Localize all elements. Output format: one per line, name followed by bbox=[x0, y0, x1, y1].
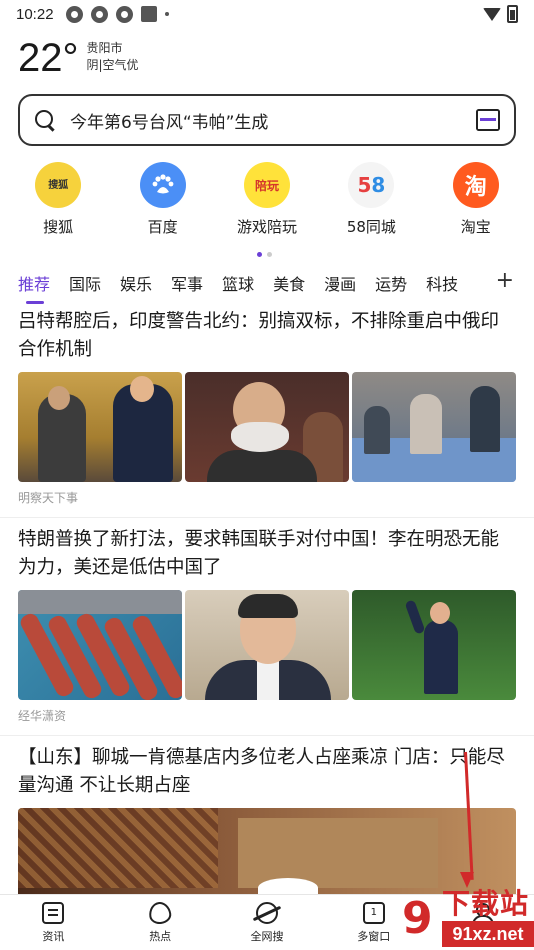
article-title[interactable]: 吕特帮腔后，印度警告北约：别搞双标，不排除重启中俄印合作机制 bbox=[0, 308, 534, 364]
nav-label: 热点 bbox=[149, 929, 172, 943]
page-dot bbox=[267, 252, 272, 257]
wifi-icon bbox=[483, 7, 501, 21]
city-name: 贵阳市 bbox=[86, 41, 123, 55]
status-time: 10:22 bbox=[16, 5, 54, 23]
pinwheel-icon bbox=[90, 5, 108, 23]
watermark-url: 91xz.net bbox=[442, 921, 534, 947]
tab-international[interactable]: 国际 bbox=[69, 271, 101, 301]
app-notification-icon bbox=[140, 6, 157, 22]
system-icons bbox=[483, 5, 518, 23]
nav-label: 多窗口 bbox=[357, 929, 391, 943]
shortcut-label: 百度 bbox=[147, 218, 178, 236]
58-logo-icon: 58 bbox=[348, 162, 395, 208]
nav-news[interactable]: 资讯 bbox=[13, 901, 93, 944]
more-notifications-icon bbox=[164, 12, 169, 16]
nav-hot[interactable]: 热点 bbox=[120, 900, 200, 944]
article-title[interactable]: 【山东】聊城一肯德基店内多位老人占座乘凉 门店：只能尽量沟通 不让长期占座 bbox=[0, 744, 534, 800]
planet-icon bbox=[255, 901, 278, 924]
article-thumbnail[interactable] bbox=[352, 590, 516, 700]
window-icon: 1 bbox=[362, 901, 385, 924]
add-channel-button[interactable]: + bbox=[496, 268, 514, 293]
search-bar[interactable]: 今年第6号台风“韦帕”生成 bbox=[18, 94, 516, 146]
search-input[interactable]: 今年第6号台风“韦帕”生成 bbox=[70, 108, 476, 133]
article-thumbnail[interactable] bbox=[352, 372, 516, 482]
scan-icon[interactable] bbox=[476, 109, 500, 131]
document-icon bbox=[42, 901, 65, 924]
shortcut-label: 游戏陪玩 bbox=[236, 218, 297, 236]
tab-horoscope[interactable]: 运势 bbox=[375, 271, 407, 301]
shortcut-sohu[interactable]: 搜狐 搜狐 bbox=[12, 162, 104, 237]
article-thumbnail[interactable] bbox=[185, 590, 349, 700]
article-thumbnail[interactable] bbox=[185, 372, 349, 482]
baidu-paw-icon bbox=[139, 162, 186, 208]
nav-label: 资讯 bbox=[42, 929, 65, 943]
tab-entertainment[interactable]: 娱乐 bbox=[120, 271, 152, 301]
shortcut-label: 搜狐 bbox=[43, 218, 74, 236]
news-article[interactable]: 吕特帮腔后，印度警告北约：别搞双标，不排除重启中俄印合作机制 明察天下事 bbox=[0, 308, 534, 506]
notification-icons bbox=[65, 5, 169, 23]
shortcut-label: 淘宝 bbox=[460, 218, 491, 236]
shortcut-58[interactable]: 58 58同城 bbox=[325, 162, 417, 237]
page-indicator bbox=[257, 252, 272, 257]
article-title[interactable]: 特朗普换了新打法，要求韩国联手对付中国！李在明恐无能为力，美还是低估中国了 bbox=[0, 526, 534, 582]
shortcut-game-companion[interactable]: 陪玩 游戏陪玩 bbox=[221, 162, 313, 237]
sohu-icon: 搜狐 bbox=[35, 162, 82, 208]
tab-military[interactable]: 军事 bbox=[171, 271, 203, 301]
taobao-icon: 淘 bbox=[452, 162, 499, 208]
tab-tech[interactable]: 科技 bbox=[426, 271, 458, 301]
fire-icon bbox=[147, 900, 173, 925]
weather-widget[interactable]: 22° 贵阳市 阴|空气优 bbox=[18, 36, 139, 80]
divider bbox=[0, 735, 534, 736]
annotation-arrow-head bbox=[460, 872, 474, 888]
article-thumbnail[interactable] bbox=[18, 590, 182, 700]
weather-info: 贵阳市 阴|空气优 bbox=[87, 40, 139, 74]
channel-tabs: 推荐 国际 娱乐 军事 篮球 美食 漫画 运势 科技 + bbox=[0, 268, 534, 304]
tab-comics[interactable]: 漫画 bbox=[324, 271, 356, 301]
shortcut-baidu[interactable]: 百度 bbox=[117, 162, 209, 237]
temperature: 22° bbox=[18, 36, 79, 80]
game-companion-icon: 陪玩 bbox=[243, 162, 290, 208]
tab-basketball[interactable]: 篮球 bbox=[222, 271, 254, 301]
nav-label: 全网搜 bbox=[250, 929, 284, 943]
pinwheel-icon bbox=[65, 5, 83, 23]
nav-web-search[interactable]: 全网搜 bbox=[227, 901, 307, 944]
shortcut-grid: 搜狐 搜狐 百度 陪玩 游戏陪玩 58 58同城 淘 淘宝 bbox=[0, 162, 534, 237]
article-images bbox=[0, 372, 534, 482]
watermark-logo: 9 bbox=[402, 893, 433, 944]
search-icon bbox=[34, 109, 56, 131]
article-images bbox=[0, 590, 534, 700]
shortcut-label: 58同城 bbox=[346, 218, 396, 236]
divider bbox=[0, 517, 534, 518]
page-dot-active bbox=[257, 252, 262, 257]
watermark-title: 下载站 bbox=[442, 887, 530, 920]
article-source: 明察天下事 bbox=[18, 491, 79, 505]
news-article[interactable]: 特朗普换了新打法，要求韩国联手对付中国！李在明恐无能为力，美还是低估中国了 经华… bbox=[0, 526, 534, 724]
weather-detail: 阴|空气优 bbox=[86, 58, 139, 72]
shortcut-taobao[interactable]: 淘 淘宝 bbox=[430, 162, 522, 237]
pinwheel-icon bbox=[115, 5, 133, 23]
watermark: 9 下载站 91xz.net bbox=[402, 888, 534, 950]
tab-recommend[interactable]: 推荐 bbox=[18, 271, 50, 304]
article-thumbnail[interactable] bbox=[18, 372, 182, 482]
battery-icon bbox=[507, 5, 518, 23]
status-bar: 10:22 bbox=[0, 0, 534, 28]
tab-food[interactable]: 美食 bbox=[273, 271, 305, 301]
article-source: 经华潇资 bbox=[18, 709, 67, 723]
